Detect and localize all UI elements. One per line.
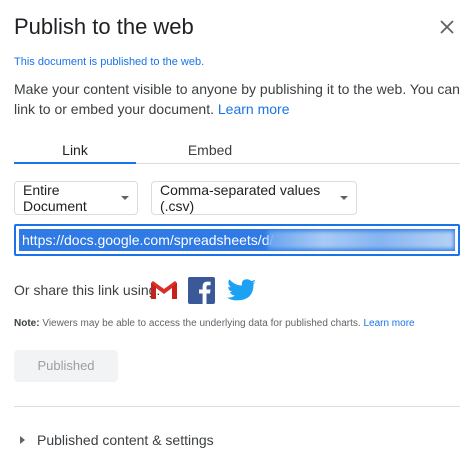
facebook-icon bbox=[188, 277, 215, 304]
twitter-icon bbox=[227, 279, 256, 301]
note-prefix: Note: bbox=[14, 318, 40, 329]
facebook-share-button[interactable] bbox=[188, 277, 215, 309]
chevron-right-icon bbox=[20, 436, 25, 444]
redacted-url-segment bbox=[268, 231, 454, 249]
gmail-share-button[interactable] bbox=[149, 279, 179, 306]
publish-url-text: https://docs.google.com/spreadsheets/d/ bbox=[22, 232, 274, 248]
dialog-description: Make your content visible to anyone by p… bbox=[14, 79, 460, 119]
expander-label: Published content & settings bbox=[37, 432, 214, 448]
close-icon bbox=[440, 20, 454, 34]
scope-dropdown-value: Entire Document bbox=[23, 182, 87, 214]
note-text: Viewers may be able to access the underl… bbox=[39, 318, 364, 329]
format-dropdown[interactable]: Comma-separated values (.csv) bbox=[151, 181, 357, 215]
format-dropdown-value: Comma-separated values (.csv) bbox=[160, 182, 321, 214]
chevron-down-icon bbox=[340, 196, 348, 200]
close-button[interactable] bbox=[436, 16, 458, 38]
published-button[interactable]: Published bbox=[14, 350, 118, 382]
charts-note: Note: Viewers may be able to access the … bbox=[14, 318, 464, 329]
divider bbox=[14, 406, 460, 407]
chevron-down-icon bbox=[121, 196, 129, 200]
publish-status: This document is published to the web. bbox=[14, 56, 205, 68]
note-learn-more-link[interactable]: Learn more bbox=[363, 318, 414, 329]
dialog-title: Publish to the web bbox=[14, 14, 194, 39]
publish-url-field[interactable]: https://docs.google.com/spreadsheets/d/ bbox=[14, 224, 460, 256]
twitter-share-button[interactable] bbox=[227, 279, 257, 308]
published-settings-expander[interactable]: Published content & settings bbox=[14, 430, 214, 450]
publish-dialog: Publish to the web This document is publ… bbox=[0, 0, 474, 463]
scope-dropdown[interactable]: Entire Document bbox=[14, 181, 138, 215]
tab-link[interactable]: Link bbox=[14, 137, 136, 164]
tab-embed[interactable]: Embed bbox=[164, 137, 256, 163]
learn-more-link[interactable]: Learn more bbox=[218, 101, 290, 117]
share-label: Or share this link using: bbox=[14, 282, 161, 298]
gmail-icon bbox=[151, 281, 177, 299]
tab-bar: Link Embed bbox=[14, 137, 460, 164]
